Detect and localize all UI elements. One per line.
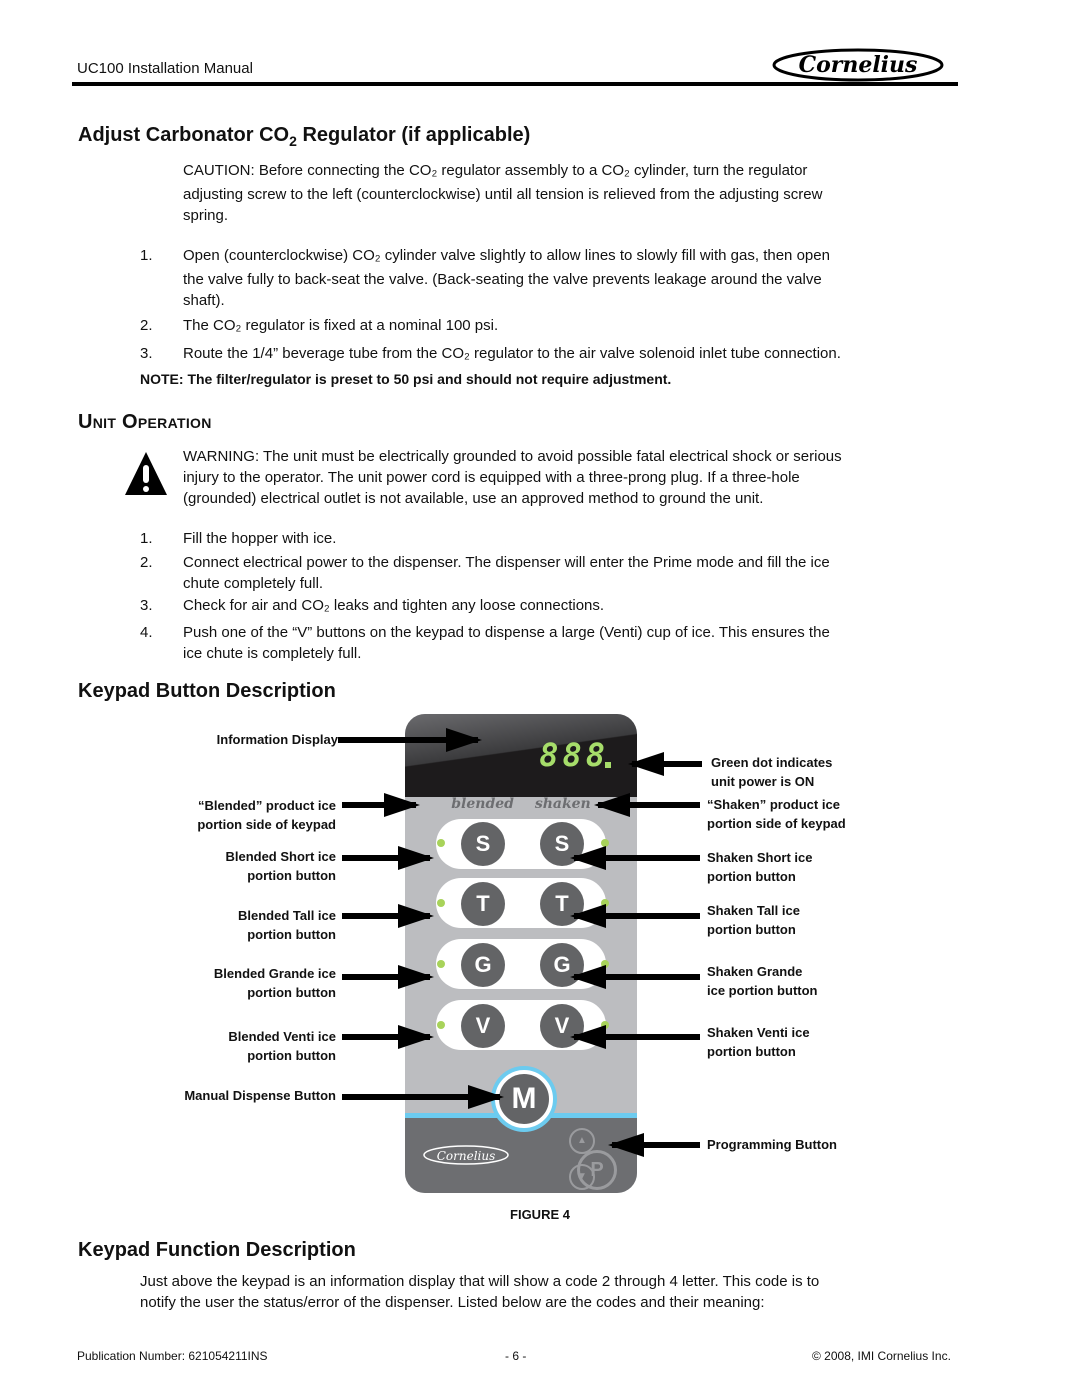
keypad-button-heading: Keypad Button Description xyxy=(78,680,336,702)
arrow-shaken-short xyxy=(570,846,700,870)
callout-information-display: Information Display xyxy=(216,732,338,747)
keypad-cornelius-logo: Cornelius xyxy=(421,1142,511,1168)
arrow-shaken-tall xyxy=(570,904,700,928)
unit-operation-heading: Unit Operation xyxy=(78,411,212,433)
keypad-function-heading: Keypad Function Description xyxy=(78,1239,356,1261)
svg-text:Cornelius: Cornelius xyxy=(437,1149,496,1163)
callout-programming: Programming Button xyxy=(707,1137,837,1152)
figure-caption: FIGURE 4 xyxy=(510,1207,570,1222)
blended-grande-button[interactable]: G xyxy=(461,943,505,987)
callout-blended-side: “Blended” product ice portion side of key… xyxy=(197,798,336,832)
shaken-label: shaken xyxy=(534,796,591,812)
callout-blended-short: Blended Short ice portion button xyxy=(225,849,336,883)
co2-heading: Adjust Carbonator CO2 Regulator (if appl… xyxy=(78,124,531,149)
cornelius-logo: Cornelius xyxy=(770,43,946,83)
callout-shaken-venti: Shaken Venti ice portion button xyxy=(707,1025,810,1059)
callout-blended-grande: Blended Grande ice portion button xyxy=(213,966,336,1000)
display-digits: 888 xyxy=(539,736,609,774)
callout-manual-dispense: Manual Dispense Button xyxy=(184,1088,336,1103)
co2-note: NOTE: The filter/regulator is preset to … xyxy=(140,371,672,387)
keypad-function-text: Just above the keypad is an information … xyxy=(140,1273,820,1311)
blended-tall-button[interactable]: T xyxy=(461,882,505,926)
keypad-figure: 888 blended shaken S S T T G G V V M Cor… xyxy=(405,714,637,1193)
warning-text: WARNING: The unit must be electrically g… xyxy=(183,448,842,507)
warning-icon xyxy=(124,450,168,496)
arrow-blended-tall xyxy=(342,904,434,928)
led-blended-venti xyxy=(437,1021,445,1029)
led-blended-tall xyxy=(437,899,445,907)
arrow-power-dot xyxy=(628,752,702,776)
logo-text: Cornelius xyxy=(799,52,918,78)
callout-shaken-short: Shaken Short ice portion button xyxy=(707,850,813,884)
arrow-shaken-side xyxy=(594,793,700,817)
callout-shaken-tall: Shaken Tall ice portion button xyxy=(707,903,800,937)
arrow-blended-grande xyxy=(342,965,434,989)
callout-blended-tall: Blended Tall ice portion button xyxy=(237,908,336,942)
callout-shaken-side: “Shaken” product ice portion side of keyp… xyxy=(707,797,846,831)
arrow-blended-short xyxy=(342,846,434,870)
copyright: © 2008, IMI Cornelius Inc. xyxy=(812,1349,951,1363)
callout-shaken-grande: Shaken Grande ice portion button xyxy=(707,964,818,998)
callout-power-dot: Green dot indicates unit power is ON xyxy=(711,755,833,789)
arrow-shaken-grande xyxy=(570,965,700,989)
arrow-blended-side xyxy=(342,793,420,817)
arrow-blended-venti xyxy=(342,1025,434,1049)
callout-blended-venti: Blended Venti ice portion button xyxy=(228,1029,336,1063)
power-dot-indicator xyxy=(605,762,611,768)
manual-title: UC100 Installation Manual xyxy=(77,60,253,77)
blended-label: blended xyxy=(451,796,514,812)
header-rule xyxy=(72,82,958,86)
information-display: 888 xyxy=(405,714,637,797)
arrow-shaken-venti xyxy=(570,1025,700,1049)
arrow-manual-dispense xyxy=(342,1085,504,1109)
caution-text: CAUTION: Before connecting the CO₂ regul… xyxy=(183,162,823,224)
led-blended-short xyxy=(437,839,445,847)
arrow-programming xyxy=(608,1133,700,1157)
page-number: - 6 - xyxy=(505,1349,527,1363)
arrow-information-display xyxy=(338,728,482,752)
blended-short-button[interactable]: S xyxy=(461,822,505,866)
blended-venti-button[interactable]: V xyxy=(461,1004,505,1048)
led-blended-grande xyxy=(437,960,445,968)
publication-number: Publication Number: 621054211INS xyxy=(77,1349,268,1363)
